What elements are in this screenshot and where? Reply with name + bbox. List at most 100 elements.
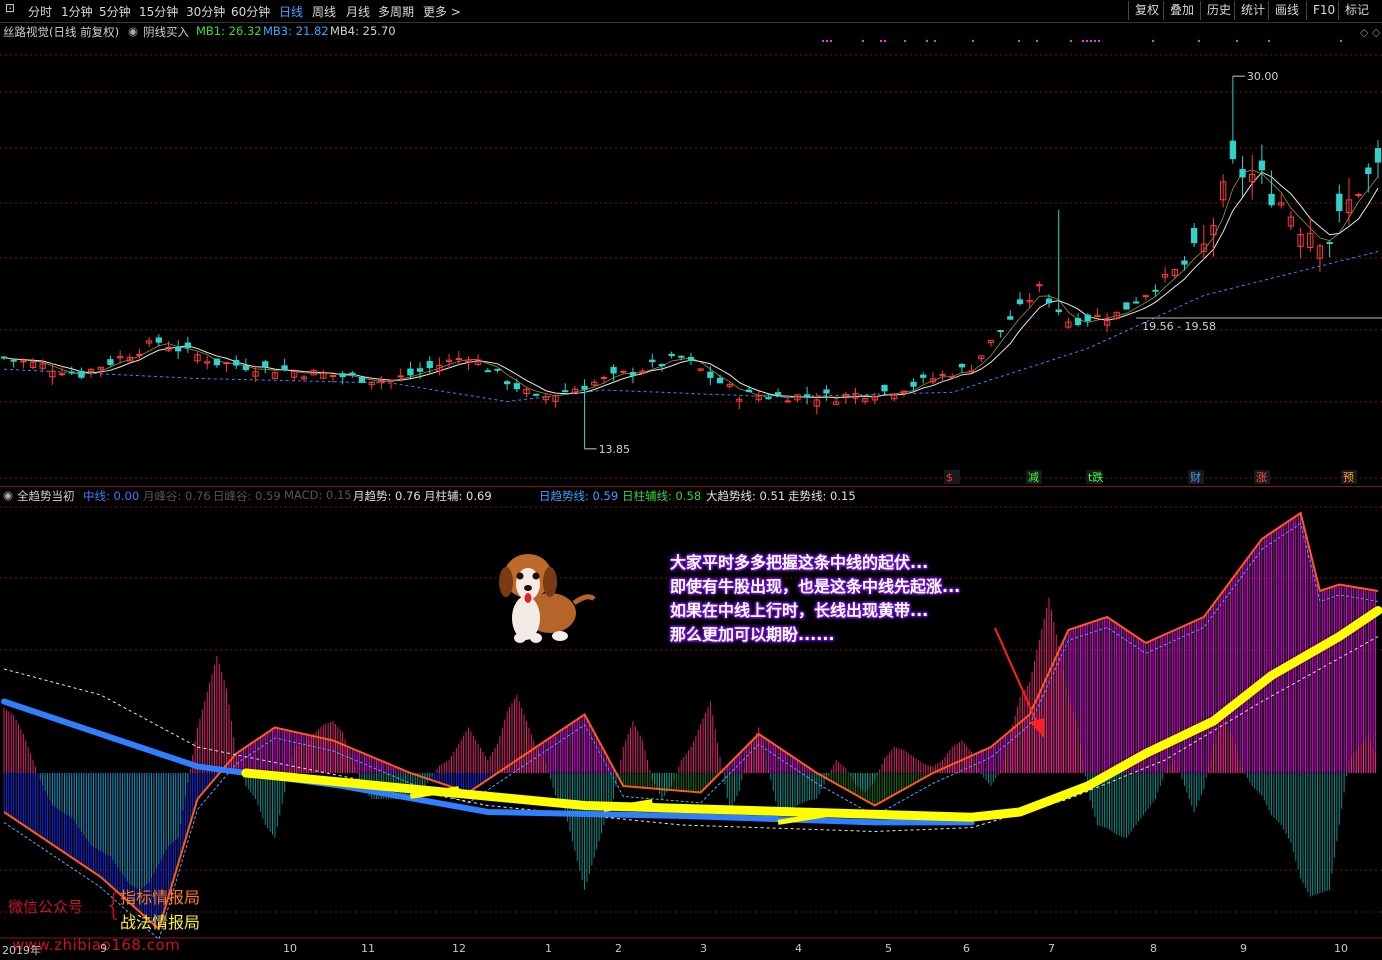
watermark-name2: 战法情报局 [120, 913, 201, 932]
signal-dot [822, 40, 824, 42]
window-controls[interactable]: ◇ ◇ [1360, 26, 1380, 39]
candle-body [997, 330, 1004, 333]
candle-body [1258, 160, 1266, 171]
puppy-part [532, 572, 540, 580]
candle-body [58, 373, 66, 376]
candle-body [562, 390, 569, 393]
signal-dot [1098, 40, 1100, 42]
puppy-icon [499, 554, 596, 643]
date-tick-label: 11 [361, 942, 375, 955]
watermark-account-label: 微信公众号 [8, 898, 84, 916]
date-tick-label: 10 [283, 942, 297, 955]
signal-dot [880, 40, 882, 42]
puppy-part [514, 633, 526, 643]
signal-dot [1082, 40, 1084, 42]
signal-label: 减 [1028, 471, 1039, 484]
annotation-line: 即使有牛股出现，也是这条中线先起涨... [670, 577, 961, 596]
candle-body [213, 358, 221, 366]
puppy-part [524, 593, 532, 603]
low-price-label: 13.85 [599, 443, 631, 456]
candle-body [687, 356, 695, 361]
candle-body [494, 368, 501, 371]
date-tick-label: 2 [615, 942, 622, 955]
puppy-part [530, 633, 542, 643]
signal-dot [1094, 40, 1096, 42]
candle-body [107, 359, 114, 365]
date-tick-label: 7 [1048, 942, 1055, 955]
candle-body [920, 374, 927, 378]
candle-body [658, 363, 666, 367]
candle-body [707, 371, 714, 378]
box-range-label: 19.56 - 19.58 [1142, 320, 1216, 333]
candle-body [339, 373, 346, 378]
candle-body [1084, 314, 1091, 322]
candle-body [1123, 302, 1130, 310]
signal-dot [1268, 40, 1270, 42]
candle-body [910, 381, 917, 387]
candle-body [581, 385, 588, 390]
signal-dot [826, 40, 828, 42]
signal-dot [904, 40, 906, 42]
candle-body [745, 389, 753, 393]
candle-body [1142, 295, 1149, 298]
signal-dot [884, 40, 886, 42]
candle-body [1152, 289, 1159, 292]
signal-dot [1198, 40, 1200, 42]
annotation-line: 如果在中线上行时，长线出现黄带... [670, 601, 929, 620]
date-tick-label: 4 [795, 942, 802, 955]
candle-body [407, 368, 414, 376]
signal-dot [1152, 40, 1154, 42]
puppy-part [516, 572, 524, 580]
candle-body [1016, 299, 1024, 305]
signal-label: $ [946, 471, 953, 484]
candle-body [1007, 316, 1014, 320]
date-tick-label: 12 [452, 942, 466, 955]
high-price-label: 30.00 [1247, 70, 1279, 83]
candle-body [1229, 140, 1237, 160]
candle-body [242, 365, 250, 371]
signal-label: 涨 [1256, 471, 1267, 484]
candle-body [939, 373, 946, 376]
puppy-part [543, 567, 557, 597]
candle-body [262, 361, 269, 367]
puppy-part [552, 631, 568, 641]
candle-body [358, 377, 366, 383]
candle-body [387, 379, 395, 382]
candle-body [416, 368, 424, 372]
chart-canvas[interactable]: 30.00 13.85 19.56 - 19.58 $ 减 t跌 财 涨 预 [0, 0, 1382, 960]
candle-body [1074, 318, 1082, 326]
candle-body [765, 397, 772, 400]
candle-body [1191, 228, 1198, 244]
date-tick-label: 9 [100, 942, 107, 955]
candle-body [1132, 301, 1140, 304]
candle-body [484, 370, 491, 373]
signal-dot [1018, 40, 1020, 42]
candle-body [349, 372, 356, 376]
candle-body [949, 376, 956, 379]
date-tick-label: 9 [1240, 942, 1247, 955]
candle-body [629, 372, 637, 376]
candle-body [504, 381, 511, 385]
candle-body [1336, 193, 1343, 212]
annotation-text: 大家平时多多把握这条中线的起伏... 即使有牛股出现，也是这条中线先起涨... … [670, 551, 1050, 647]
candle-body [78, 370, 85, 378]
signal-dot [1090, 40, 1092, 42]
candle-body [716, 377, 724, 384]
candle-body [1268, 193, 1275, 206]
signal-dot [830, 40, 832, 42]
puppy-part [572, 594, 596, 606]
candle-body [1374, 148, 1382, 163]
date-tick-label: 6 [963, 942, 970, 955]
date-tick-label: 1 [545, 942, 552, 955]
date-tick-label: 3 [700, 942, 707, 955]
watermark-name1: 指标情报局 [120, 888, 201, 907]
date-tick-label: 5 [885, 942, 892, 955]
signal-dot [1086, 40, 1088, 42]
candle-body [155, 337, 162, 343]
puppy-part [524, 585, 532, 591]
signal-label: 财 [1190, 470, 1201, 484]
candle-body [1355, 193, 1362, 196]
candle-body [1045, 298, 1053, 304]
candle-body [600, 376, 608, 379]
candle-body [455, 358, 462, 361]
